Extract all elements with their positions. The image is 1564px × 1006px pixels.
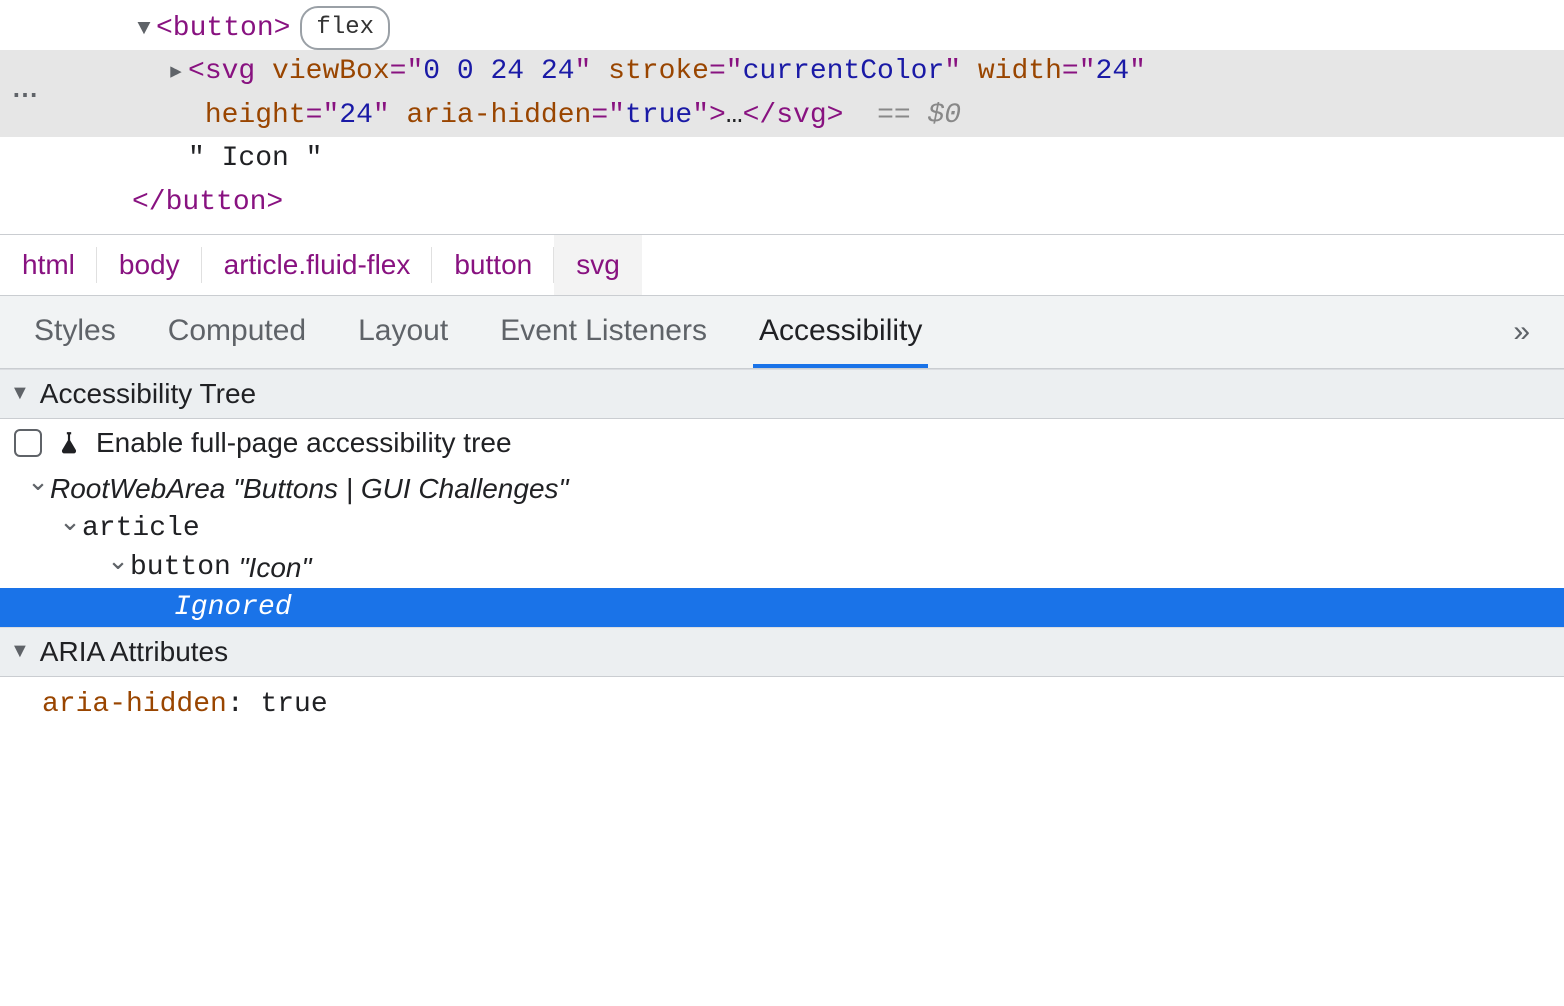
tab-accessibility[interactable]: Accessibility bbox=[753, 296, 928, 368]
chevron-down-icon[interactable] bbox=[58, 518, 82, 539]
button-open-tag: <button> bbox=[156, 13, 290, 44]
aria-attr-name: aria-hidden bbox=[42, 689, 227, 720]
elements-dom-tree: <button> flex <svg viewBox="0 0 24 24" st… bbox=[0, 0, 1564, 235]
a11y-node-button[interactable]: button "Icon" bbox=[0, 548, 1564, 588]
enable-full-page-a11y-label: Enable full-page accessibility tree bbox=[96, 427, 512, 459]
checkbox-unchecked-icon[interactable] bbox=[14, 429, 42, 457]
svg-tag-name: svg bbox=[205, 56, 255, 87]
elements-breadcrumb: htmlbodyarticle.fluid-flexbuttonsvg bbox=[0, 235, 1564, 296]
devtools-tab-strip: Styles Computed Layout Event Listeners Acces… bbox=[0, 296, 1564, 369]
breadcrumb-body[interactable]: body bbox=[97, 235, 202, 295]
dom-row-svg[interactable]: <svg viewBox="0 0 24 24" stroke="current… bbox=[0, 50, 1564, 137]
dom-row-button-close[interactable]: </button> bbox=[0, 181, 1564, 224]
flex-badge[interactable]: flex bbox=[300, 6, 390, 50]
experiment-flask-icon bbox=[56, 429, 82, 457]
a11y-article-role: article bbox=[82, 513, 200, 544]
chevron-down-icon[interactable] bbox=[26, 478, 50, 499]
a11y-node-article[interactable]: article bbox=[0, 509, 1564, 548]
tabs-overflow-icon[interactable]: » bbox=[1513, 315, 1536, 349]
chevron-down-icon bbox=[10, 382, 30, 405]
a11y-ignored-label: Ignored bbox=[174, 592, 292, 623]
breadcrumb-button[interactable]: button bbox=[432, 235, 554, 295]
breadcrumb-svg[interactable]: svg bbox=[554, 235, 642, 295]
a11y-node-rootwebarea[interactable]: RootWebArea "Buttons | GUI Challenges" bbox=[0, 469, 1564, 509]
disclosure-triangle-open-icon[interactable] bbox=[132, 12, 156, 46]
section-aria-attributes[interactable]: ARIA Attributes bbox=[0, 627, 1564, 677]
text-node-icon: " Icon " bbox=[188, 143, 322, 174]
a11y-root-name: "Buttons | GUI Challenges" bbox=[233, 473, 568, 505]
chevron-down-icon[interactable] bbox=[106, 557, 130, 578]
tab-layout[interactable]: Layout bbox=[352, 296, 454, 368]
a11y-node-ignored[interactable]: Ignored bbox=[0, 588, 1564, 627]
breadcrumb-html[interactable]: html bbox=[0, 235, 97, 295]
a11y-button-role: button bbox=[130, 552, 231, 583]
accessibility-tree: RootWebArea "Buttons | GUI Challenges" a… bbox=[0, 467, 1564, 627]
section-accessibility-tree[interactable]: Accessibility Tree bbox=[0, 369, 1564, 419]
tab-computed[interactable]: Computed bbox=[162, 296, 312, 368]
accessibility-tree-title: Accessibility Tree bbox=[40, 378, 256, 410]
aria-attr-row-aria-hidden: aria-hidden: true bbox=[0, 677, 1564, 732]
aria-attr-value: true bbox=[260, 689, 327, 720]
dom-row-button-open[interactable]: <button> flex bbox=[0, 6, 1564, 50]
selected-node-dollar0: == $0 bbox=[877, 100, 961, 131]
disclosure-triangle-closed-icon[interactable] bbox=[164, 55, 188, 89]
tab-styles[interactable]: Styles bbox=[28, 296, 122, 368]
breadcrumb-article-fluid-flex[interactable]: article.fluid-flex bbox=[202, 235, 433, 295]
chevron-down-icon bbox=[10, 640, 30, 663]
a11y-root-role: RootWebArea bbox=[50, 473, 225, 505]
dom-row-icon-text[interactable]: " Icon " bbox=[0, 137, 1564, 180]
tab-event-listeners[interactable]: Event Listeners bbox=[494, 296, 713, 368]
svg-collapsed-ellipsis: … bbox=[726, 100, 743, 131]
aria-attributes-title: ARIA Attributes bbox=[40, 636, 228, 668]
button-close-tag: </button> bbox=[132, 187, 283, 218]
a11y-button-name: "Icon" bbox=[239, 552, 312, 584]
svg-close-tag: </svg> bbox=[743, 100, 844, 131]
enable-full-page-a11y-row[interactable]: Enable full-page accessibility tree bbox=[0, 419, 1564, 467]
